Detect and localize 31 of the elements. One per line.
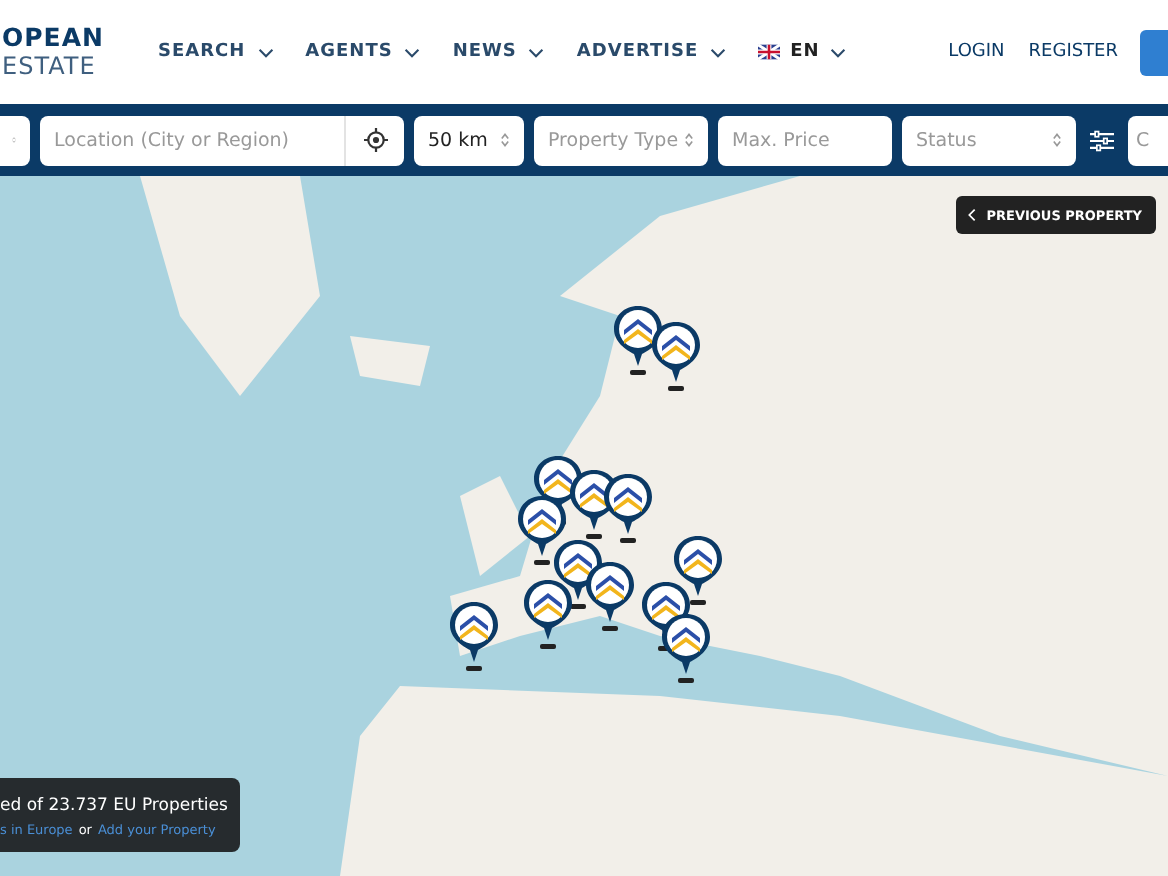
map-marker[interactable] — [602, 472, 654, 544]
nav-menu-item[interactable]: NEWS — [452, 42, 545, 62]
logo-text[interactable]: OPEAN — [2, 24, 130, 52]
sort-arrows-icon — [1052, 132, 1062, 148]
sort-arrows-icon — [684, 132, 694, 148]
chevron-down-icon — [528, 47, 545, 57]
chevron-down-icon — [829, 47, 846, 57]
chevron-down-icon — [404, 47, 421, 57]
nav-menu-item[interactable]: AGENTS — [305, 42, 421, 62]
map-marker[interactable] — [522, 578, 574, 650]
map-marker[interactable] — [448, 600, 500, 672]
map-marker[interactable] — [660, 611, 712, 684]
flag-icon — [758, 44, 781, 60]
nav-menu-item[interactable]: SEARCH — [158, 42, 274, 62]
select-field[interactable]: 50 km — [414, 115, 524, 165]
select-field[interactable] — [0, 115, 30, 165]
map-marker[interactable] — [584, 560, 636, 632]
property-count-text: ed of 23.737 EU Properties — [0, 793, 228, 817]
header-button[interactable] — [1140, 29, 1168, 75]
account-link[interactable]: LOGIN — [948, 42, 1005, 62]
nav-menu-item[interactable]: ADVERTISE — [576, 42, 727, 62]
language-selector[interactable]: EN — [758, 42, 846, 62]
logo-text[interactable]: ESTATE — [2, 52, 130, 80]
account-link[interactable]: REGISTER — [1028, 42, 1118, 62]
chevron-left-icon — [968, 208, 977, 222]
locate-icon — [363, 128, 387, 152]
sort-arrows-icon — [500, 132, 510, 148]
chevron-down-icon — [710, 47, 727, 57]
map-marker[interactable] — [516, 494, 568, 566]
map-marker[interactable] — [650, 320, 702, 392]
chevron-down-icon — [257, 47, 274, 57]
